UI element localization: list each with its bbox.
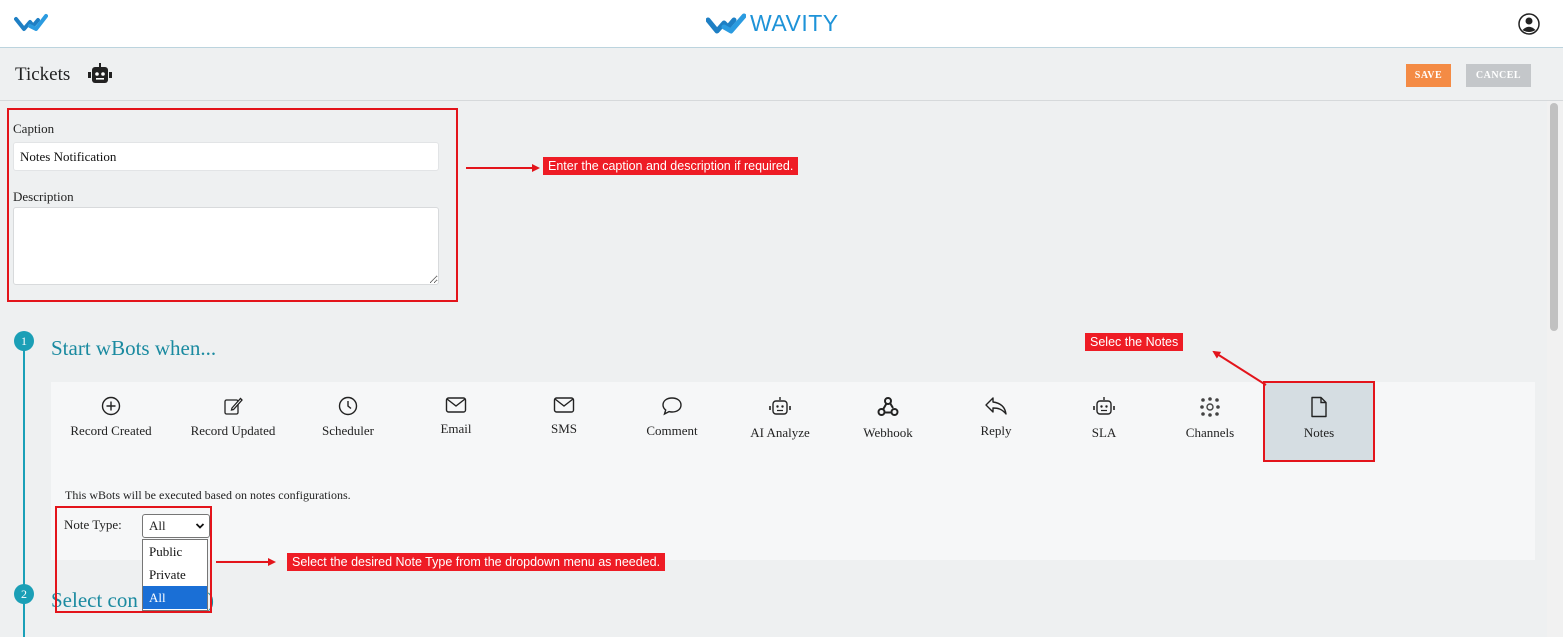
webhook-icon (877, 397, 899, 416)
user-avatar-icon[interactable] (1518, 13, 1540, 40)
trigger-label: Email (440, 421, 472, 436)
page-header: Tickets SAVE CANCEL (0, 48, 1563, 101)
annotation-note-type-hint: Select the desired Note Type from the dr… (287, 553, 666, 571)
trigger-sla[interactable]: SLA (1049, 382, 1159, 461)
annotation-caption-hint: Enter the caption and description if req… (543, 157, 799, 175)
step-1-title: Start wBots when... (51, 336, 217, 360)
robot-icon (88, 63, 112, 90)
envelope-icon (553, 397, 575, 413)
annotation-box-note-type (55, 506, 212, 613)
channels-icon (1200, 397, 1220, 417)
trigger-label: Comment (646, 423, 698, 438)
trigger-label: Channels (1185, 425, 1235, 440)
trigger-label: Record Updated (190, 423, 276, 438)
brand-mark-icon (706, 13, 746, 33)
robot-icon (1093, 397, 1115, 415)
plus-circle-icon (101, 396, 121, 416)
trigger-label: Webhook (863, 425, 913, 440)
annotation-box-notes (1263, 381, 1375, 462)
clock-icon (338, 396, 358, 416)
trigger-label: Record Created (70, 423, 152, 438)
trigger-label: Scheduler (322, 423, 374, 438)
comment-bubble-icon (662, 397, 682, 416)
page-title: Tickets (15, 64, 71, 85)
trigger-record-created[interactable]: Record Created (56, 382, 166, 461)
trigger-label: SMS (550, 421, 578, 436)
trigger-email[interactable]: Email (401, 382, 511, 461)
reply-icon (985, 397, 1007, 415)
edit-icon (224, 397, 243, 415)
arrow-to-notes-hint (1212, 350, 1267, 386)
brand-name: WAVITY (750, 10, 839, 36)
config-description: This wBots will be executed based on not… (65, 488, 351, 502)
step-number-2: 2 (14, 584, 34, 604)
notes-config-panel (51, 461, 1535, 560)
save-button[interactable]: SAVE (1406, 64, 1451, 87)
envelope-icon (445, 397, 467, 413)
annotation-notes-hint: Selec the Notes (1085, 333, 1184, 351)
scrollbar-thumb[interactable] (1550, 103, 1558, 331)
trigger-webhook[interactable]: Webhook (833, 382, 943, 461)
step-number-1: 1 (14, 331, 34, 351)
annotation-box-form (7, 108, 458, 302)
trigger-record-updated[interactable]: Record Updated (178, 382, 288, 461)
top-navbar: WAVITY (0, 0, 1563, 48)
trigger-comment[interactable]: Comment (617, 382, 727, 461)
trigger-reply[interactable]: Reply (941, 382, 1051, 461)
trigger-label: Reply (980, 423, 1012, 438)
trigger-label: SLA (1091, 425, 1117, 440)
scrollbar[interactable] (1547, 101, 1563, 637)
trigger-sms[interactable]: SMS (509, 382, 619, 461)
trigger-ai-analyze[interactable]: AI Analyze (725, 382, 835, 461)
brand-logo: WAVITY (706, 10, 839, 37)
trigger-label: AI Analyze (750, 425, 810, 440)
trigger-channels[interactable]: Channels (1155, 382, 1265, 461)
wavity-logo-icon[interactable] (14, 12, 48, 39)
robot-icon (769, 397, 791, 415)
cancel-button[interactable]: CANCEL (1466, 64, 1531, 87)
trigger-scheduler[interactable]: Scheduler (293, 382, 403, 461)
